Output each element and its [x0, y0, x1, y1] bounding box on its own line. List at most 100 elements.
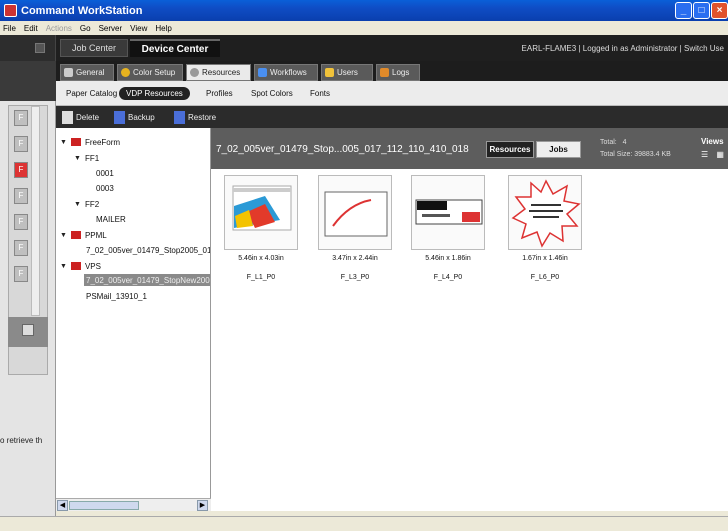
server-icon[interactable]: F [14, 188, 28, 204]
app-icon [4, 4, 17, 17]
status-bar [0, 516, 728, 531]
tree-node-mailer[interactable]: MAILER [96, 213, 126, 225]
job-name: 7_02_005ver_01479_Stop...005_017_112_110… [216, 144, 469, 155]
scroll-thumb[interactable] [69, 501, 139, 510]
expand-icon[interactable]: ▼ [60, 263, 67, 270]
restore-icon [174, 110, 185, 124]
tree-horizontal-scrollbar[interactable]: ◀ ▶ [56, 498, 211, 511]
thumbnail-name: F_L6_P0 [530, 274, 560, 281]
server-icon[interactable]: F [14, 266, 28, 282]
sidebar-scrollbar[interactable] [31, 106, 40, 316]
center-nav-bar: Job Center Device Center EARL-FLAME3 | L… [0, 35, 728, 61]
folder-icon [70, 231, 81, 239]
tab-workflows[interactable]: Workflows [254, 64, 318, 81]
printer-icon [64, 68, 73, 77]
tree-label: VPS [84, 261, 101, 271]
tree-node-ppml[interactable]: ▼ PPML [60, 229, 107, 241]
resource-tree: ▼ FreeForm ▼ FF1 0001 0003 ▼ FF2 MAILER ▼ PP… [56, 128, 211, 498]
sidebar-lower-panel [8, 317, 48, 347]
device-tabs: General Color Setup Resources Workflows … [56, 61, 728, 81]
server-icon[interactable]: F [14, 240, 28, 256]
tree-label: PSMail_13910_1 [86, 291, 147, 301]
menu-edit[interactable]: Edit [24, 24, 38, 33]
restore-button[interactable]: Restore [174, 108, 216, 126]
expand-icon[interactable]: ▼ [60, 139, 67, 146]
server-icon[interactable]: F [14, 214, 28, 230]
job-center-button[interactable]: Job Center [60, 39, 128, 57]
minimize-button[interactable]: _ [675, 2, 692, 19]
thumbnail-size: 3.47in x 2.44in [332, 255, 378, 262]
scroll-left-icon[interactable]: ◀ [57, 500, 68, 511]
thumbnail-image [508, 175, 582, 250]
maximize-button[interactable]: □ [693, 2, 710, 19]
tab-general[interactable]: General [60, 64, 114, 81]
tree-node-0003[interactable]: 0003 [96, 182, 114, 194]
card-preview-icon [324, 191, 388, 237]
collapse-icon [35, 43, 45, 53]
job-header: 7_02_005ver_01479_Stop...005_017_112_110… [211, 128, 728, 169]
expand-icon[interactable]: ▼ [60, 232, 67, 239]
banner-preview-icon [415, 199, 483, 225]
tree-node-ff1[interactable]: ▼ FF1 [74, 152, 99, 164]
server-icon[interactable]: F [14, 136, 28, 152]
subtab-spot-colors[interactable]: Spot Colors [251, 87, 293, 100]
thumbnail-name: F_L1_P0 [246, 274, 276, 281]
tree-label: FreeForm [84, 137, 121, 147]
tree-node-vps-job-selected[interactable]: 7_02_005ver_01479_StopNew2005 [84, 274, 211, 286]
tab-logs[interactable]: Logs [376, 64, 420, 81]
thumbnail-image [411, 175, 485, 250]
expand-icon[interactable]: ▼ [74, 155, 81, 162]
menu-view[interactable]: View [130, 24, 147, 33]
resources-view-button[interactable]: Resources [486, 141, 534, 158]
server-icon[interactable]: F [14, 110, 28, 126]
close-button[interactable]: × [711, 2, 728, 19]
grid-view-icon[interactable]: ▦ [716, 150, 724, 159]
tree-label: 0001 [96, 168, 114, 178]
workflow-icon [258, 68, 267, 77]
backup-icon [114, 110, 125, 124]
tab-label: Workflows [270, 68, 307, 77]
totals-info: Total: 4 Total Size: 39883.4 KB [600, 137, 671, 161]
tree-node-ppml-job[interactable]: 7_02_005ver_01479_Stop2005_017 [86, 244, 211, 256]
list-view-icon[interactable]: ☰ [701, 150, 708, 159]
tree-node-0001[interactable]: 0001 [96, 167, 114, 179]
jobs-view-button[interactable]: Jobs [536, 141, 581, 158]
collapse-panel-tab[interactable] [0, 35, 56, 61]
starburst-preview-icon [511, 179, 581, 248]
delete-button[interactable]: Delete [62, 108, 99, 126]
subtab-paper-catalog[interactable]: Paper Catalog [66, 87, 117, 100]
menu-server[interactable]: Server [99, 24, 123, 33]
views-label: Views [701, 137, 724, 146]
tree-node-psmail[interactable]: PSMail_13910_1 [86, 290, 147, 302]
server-sidebar: F F F F F F F o retrieve th [0, 61, 56, 516]
subtab-vdp-resources[interactable]: VDP Resources [119, 87, 190, 100]
expand-icon[interactable]: ▼ [74, 201, 81, 208]
tree-label: FF2 [84, 199, 100, 209]
tree-label: FF1 [84, 153, 100, 163]
tree-label: 7_02_005ver_01479_StopNew2005 [86, 275, 211, 285]
thumbnail-size: 5.46in x 1.86in [425, 255, 471, 262]
backup-button[interactable]: Backup [114, 108, 155, 126]
tab-users[interactable]: Users [321, 64, 373, 81]
menu-go[interactable]: Go [80, 24, 91, 33]
tree-node-ff2[interactable]: ▼ FF2 [74, 198, 99, 210]
menu-file[interactable]: File [3, 24, 16, 33]
tree-node-vps[interactable]: ▼ VPS [60, 260, 101, 272]
menu-actions[interactable]: Actions [46, 24, 72, 33]
server-icon-active[interactable]: F [14, 162, 28, 178]
tab-resources[interactable]: Resources [186, 64, 251, 81]
gear-icon [190, 68, 199, 77]
scroll-right-icon[interactable]: ▶ [197, 500, 208, 511]
tab-color-setup[interactable]: Color Setup [117, 64, 183, 81]
menu-help[interactable]: Help [155, 24, 171, 33]
subtab-fonts[interactable]: Fonts [310, 87, 330, 100]
resource-subtabs: Paper Catalog VDP Resources Profiles Spo… [56, 81, 728, 106]
window-controls: _ □ × [675, 2, 728, 19]
tree-node-freeform[interactable]: ▼ FreeForm [60, 136, 120, 148]
tree-label: 7_02_005ver_01479_Stop2005_017 [86, 245, 211, 255]
subtab-profiles[interactable]: Profiles [206, 87, 233, 100]
backup-label: Backup [128, 112, 155, 122]
trash-icon [62, 110, 73, 124]
tab-label: General [76, 68, 105, 77]
device-center-button[interactable]: Device Center [130, 39, 220, 57]
